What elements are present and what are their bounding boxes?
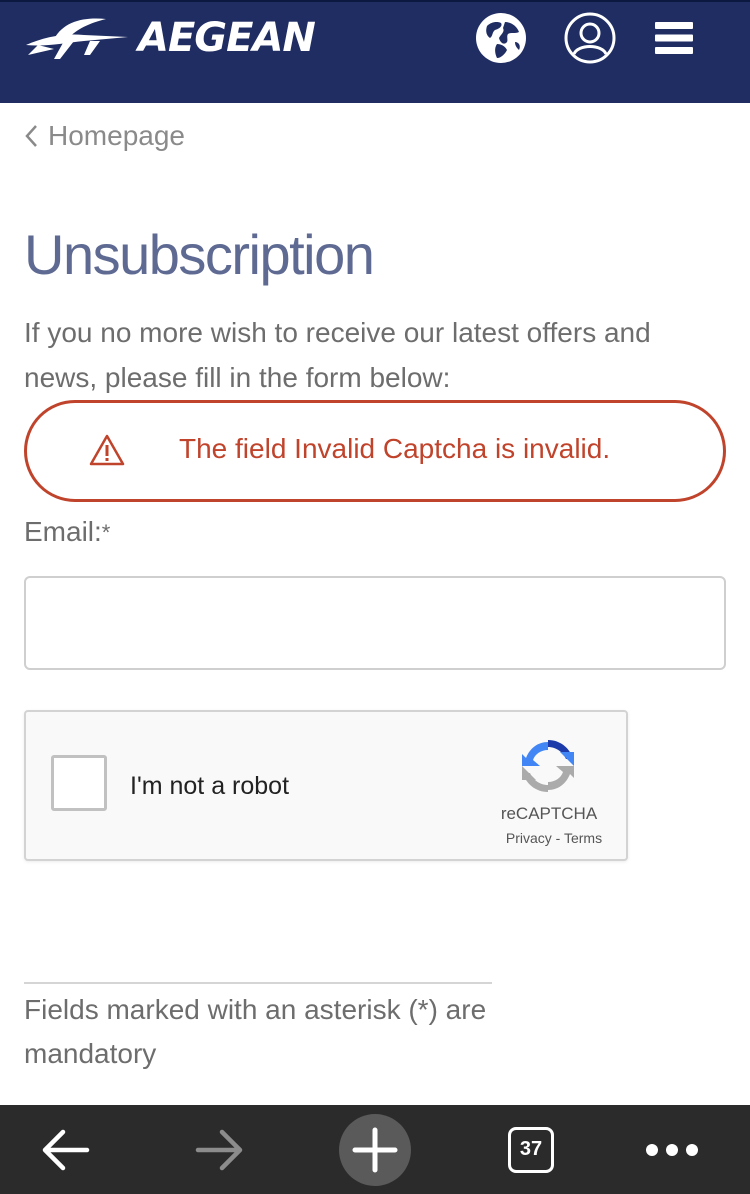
recaptcha-label: I'm not a robot xyxy=(130,772,290,800)
main-menu-button[interactable] xyxy=(648,12,700,64)
warning-triangle-icon xyxy=(89,434,125,466)
browser-toolbar: 37 xyxy=(0,1105,750,1194)
tabs-icon: 37 xyxy=(508,1126,554,1173)
recaptcha-privacy-link[interactable]: Privacy xyxy=(506,830,552,846)
recaptcha-terms-link[interactable]: Terms xyxy=(564,830,602,846)
menu-icon xyxy=(655,22,693,54)
email-field[interactable] xyxy=(24,576,726,670)
aegean-logo[interactable]: AEGEAN xyxy=(24,10,316,66)
required-asterisk: * xyxy=(101,520,111,545)
error-message-text: The field Invalid Captcha is invalid. xyxy=(179,433,611,464)
user-icon xyxy=(564,12,616,64)
browser-forward-button[interactable] xyxy=(175,1105,265,1194)
bird-logo-icon xyxy=(26,18,128,59)
back-arrow-icon xyxy=(42,1129,90,1170)
intro-text: If you no more wish to receive our lates… xyxy=(24,317,651,393)
site-header: AEGEAN xyxy=(0,0,750,103)
globe-icon xyxy=(476,13,526,63)
brand-name: AEGEAN xyxy=(138,15,316,61)
recaptcha-link-separator: - xyxy=(551,830,564,846)
account-button[interactable] xyxy=(564,12,616,64)
chevron-left-icon xyxy=(25,125,37,147)
new-tab-button[interactable] xyxy=(330,1105,420,1194)
tabs-button[interactable]: 37 xyxy=(486,1105,576,1194)
recaptcha-links: Privacy - Terms xyxy=(474,830,634,846)
language-button[interactable] xyxy=(475,12,527,64)
email-label: Email:* xyxy=(24,516,111,547)
footnote-divider xyxy=(24,982,492,984)
error-message-box: The field Invalid Captcha is invalid. xyxy=(24,400,726,502)
page-title: Unsubscription xyxy=(24,223,375,286)
recaptcha-widget: I'm not a robot reCAPTCHA Privacy - Term… xyxy=(24,710,628,861)
recaptcha-logo-icon xyxy=(522,740,574,792)
new-tab-circle xyxy=(339,1113,411,1186)
recaptcha-checkbox[interactable] xyxy=(51,755,107,811)
more-dots-icon xyxy=(646,1143,698,1156)
mandatory-fields-note: Fields marked with an asterisk (*) are m… xyxy=(24,994,487,1069)
browser-more-button[interactable] xyxy=(627,1105,717,1194)
header-top-line xyxy=(0,0,750,2)
breadcrumb-label: Homepage xyxy=(48,120,185,151)
forward-arrow-icon xyxy=(195,1129,243,1170)
recaptcha-brand: reCAPTCHA xyxy=(500,804,598,823)
breadcrumb-homepage-link[interactable]: Homepage xyxy=(24,118,185,154)
browser-back-button[interactable] xyxy=(20,1105,110,1194)
new-tab-plus-icon xyxy=(352,1127,398,1172)
